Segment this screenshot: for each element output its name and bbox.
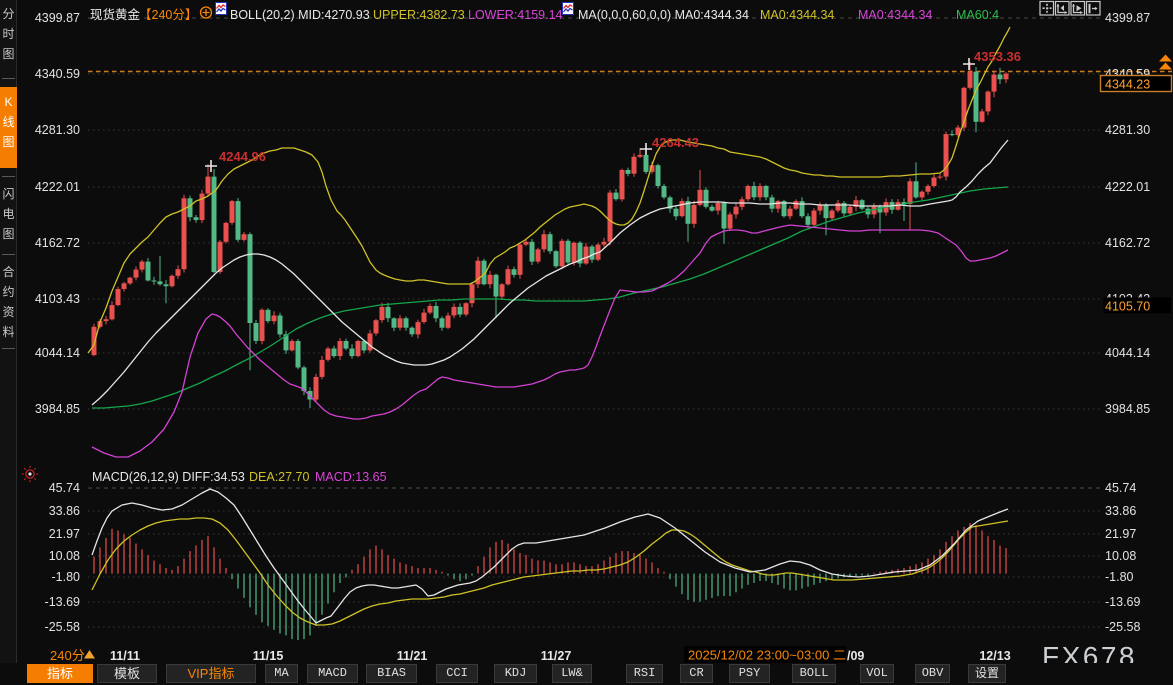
svg-text:4222.01: 4222.01 xyxy=(1105,180,1150,194)
svg-text:4162.72: 4162.72 xyxy=(35,236,80,250)
svg-text:4399.87: 4399.87 xyxy=(35,11,80,25)
svg-text:4340.59: 4340.59 xyxy=(35,67,80,81)
svg-text:4222.01: 4222.01 xyxy=(35,180,80,194)
svg-text:11/15: 11/15 xyxy=(253,649,284,663)
svg-text:4105.70: 4105.70 xyxy=(1105,300,1150,314)
svg-text:3984.85: 3984.85 xyxy=(1105,402,1150,416)
svg-text:现货黄金: 现货黄金 xyxy=(90,7,141,22)
svg-text:LOWER:4159.14: LOWER:4159.14 xyxy=(468,8,563,22)
svg-text:11/11: 11/11 xyxy=(110,649,140,663)
svg-text:4044.14: 4044.14 xyxy=(1105,346,1150,360)
svg-text:BOLL(20,2) MID:4270.93: BOLL(20,2) MID:4270.93 xyxy=(230,8,370,22)
svg-text:4399.87: 4399.87 xyxy=(1105,11,1150,25)
svg-text:4281.30: 4281.30 xyxy=(35,123,80,137)
svg-text:21.97: 21.97 xyxy=(49,527,80,541)
svg-text:DEA:27.70: DEA:27.70 xyxy=(249,470,310,484)
svg-text:240分: 240分 xyxy=(50,648,85,663)
svg-text:4281.30: 4281.30 xyxy=(1105,123,1150,137)
svg-text:4353.36: 4353.36 xyxy=(974,49,1021,64)
svg-text:UPPER:4382.73: UPPER:4382.73 xyxy=(373,8,465,22)
svg-text:4244.96: 4244.96 xyxy=(219,149,266,164)
svg-text:11/27: 11/27 xyxy=(541,649,572,663)
svg-text:4044.14: 4044.14 xyxy=(35,346,80,360)
svg-text:4264.43: 4264.43 xyxy=(652,135,699,150)
svg-text:/09: /09 xyxy=(847,649,864,663)
svg-text:3984.85: 3984.85 xyxy=(35,402,80,416)
svg-text:-13.69: -13.69 xyxy=(45,595,80,609)
svg-text:45.74: 45.74 xyxy=(1105,481,1136,495)
svg-text:MACD(26,12,9) DIFF:34.53: MACD(26,12,9) DIFF:34.53 xyxy=(92,470,245,484)
svg-text:11/21: 11/21 xyxy=(397,649,428,663)
svg-text:MA(0,0,0,60,0,0) MA0:4344.34: MA(0,0,0,60,0,0) MA0:4344.34 xyxy=(578,8,749,22)
svg-text:MACD:13.65: MACD:13.65 xyxy=(315,470,387,484)
svg-text:MA0:4344.34: MA0:4344.34 xyxy=(760,8,834,22)
svg-text:-25.58: -25.58 xyxy=(1105,620,1140,634)
svg-text:MA0:4344.34: MA0:4344.34 xyxy=(858,8,932,22)
svg-text:-1.80: -1.80 xyxy=(1105,570,1134,584)
svg-text:33.86: 33.86 xyxy=(1105,504,1136,518)
svg-text:12/13: 12/13 xyxy=(979,649,1010,663)
svg-text:【240分】: 【240分】 xyxy=(139,8,197,22)
svg-text:45.74: 45.74 xyxy=(49,481,80,495)
svg-text:-25.58: -25.58 xyxy=(45,620,80,634)
svg-text:10.08: 10.08 xyxy=(49,549,80,563)
svg-text:MA60:4: MA60:4 xyxy=(956,8,999,22)
svg-text:33.86: 33.86 xyxy=(49,504,80,518)
svg-text:4103.43: 4103.43 xyxy=(35,292,80,306)
svg-text:21.97: 21.97 xyxy=(1105,527,1136,541)
svg-text:10.08: 10.08 xyxy=(1105,549,1136,563)
svg-text:-1.80: -1.80 xyxy=(52,570,81,584)
svg-text:4344.23: 4344.23 xyxy=(1105,78,1150,92)
svg-text:-13.69: -13.69 xyxy=(1105,595,1140,609)
svg-text:2025/12/02 23:00~03:00 二: 2025/12/02 23:00~03:00 二 xyxy=(688,648,846,663)
svg-text:4162.72: 4162.72 xyxy=(1105,236,1150,250)
